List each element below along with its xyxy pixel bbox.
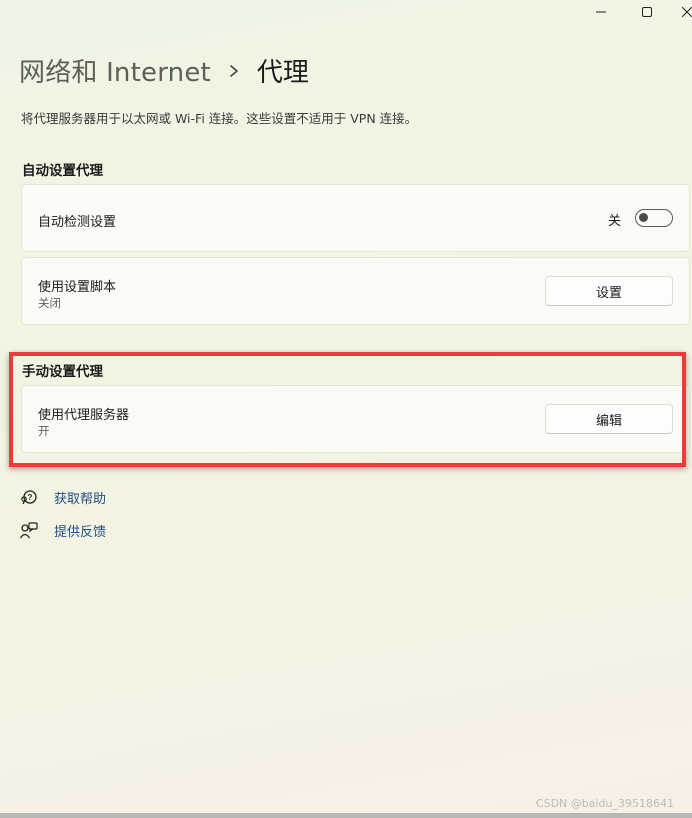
- auto-detect-label: 自动检测设置: [38, 215, 117, 230]
- minimize-button[interactable]: [578, 0, 624, 24]
- setup-script-card: 使用设置脚本 关闭 设置: [21, 257, 690, 325]
- breadcrumb: 网络和 Internet 代理: [19, 52, 309, 89]
- give-feedback-label[interactable]: 提供反馈: [54, 521, 106, 540]
- get-help-link[interactable]: ? 获取帮助: [20, 488, 106, 507]
- get-help-label[interactable]: 获取帮助: [54, 488, 106, 507]
- section-title-auto: 自动设置代理: [22, 163, 103, 179]
- watermark: CSDN @baidu_39518641: [535, 797, 674, 810]
- window-controls: [578, 0, 692, 24]
- edit-proxy-button[interactable]: 编辑: [545, 404, 673, 434]
- page-title: 代理: [256, 58, 309, 88]
- maximize-button[interactable]: [624, 0, 670, 24]
- close-button[interactable]: [670, 0, 692, 24]
- give-feedback-link[interactable]: 提供反馈: [20, 521, 106, 540]
- auto-detect-toggle-state: 关: [607, 214, 621, 229]
- minimize-icon: [596, 7, 606, 17]
- proxy-server-card: 使用代理服务器 开 编辑: [21, 385, 690, 453]
- setup-script-label: 使用设置脚本: [38, 280, 117, 295]
- proxy-server-status: 开: [38, 424, 50, 438]
- page-description: 将代理服务器用于以太网或 Wi-Fi 连接。这些设置不适用于 VPN 连接。: [21, 111, 418, 126]
- svg-text:?: ?: [28, 493, 33, 502]
- breadcrumb-parent-link[interactable]: 网络和 Internet: [19, 52, 211, 89]
- section-title-manual: 手动设置代理: [22, 364, 103, 380]
- bottom-divider: [0, 813, 692, 818]
- setup-script-status: 关闭: [38, 296, 61, 310]
- maximize-icon: [642, 7, 652, 17]
- help-icon: ?: [20, 489, 38, 507]
- feedback-icon: [20, 521, 38, 540]
- proxy-server-label: 使用代理服务器: [38, 408, 130, 423]
- setup-script-button[interactable]: 设置: [545, 276, 673, 306]
- auto-detect-toggle[interactable]: [635, 209, 673, 227]
- close-icon: [682, 7, 692, 17]
- auto-detect-card: 自动检测设置 关: [21, 184, 690, 252]
- chevron-right-icon: [211, 64, 257, 78]
- toggle-knob: [639, 213, 648, 222]
